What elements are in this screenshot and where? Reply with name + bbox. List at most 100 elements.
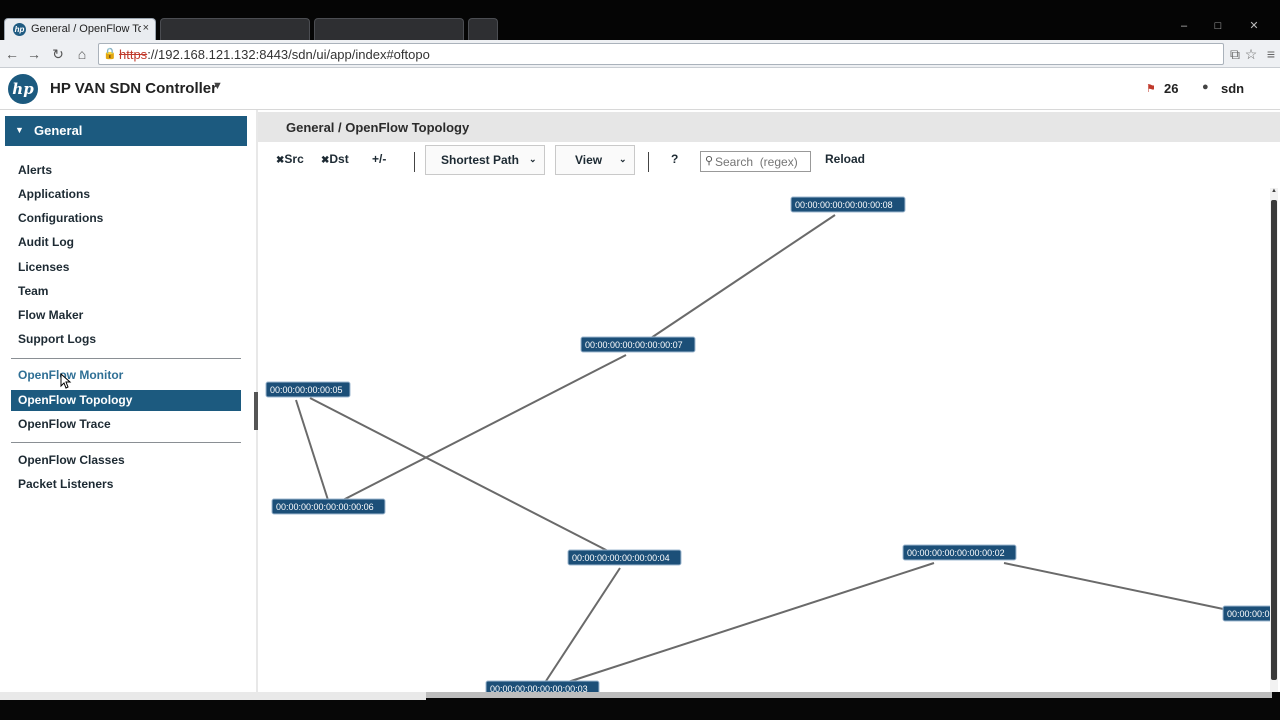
hp-logo: hp xyxy=(8,74,38,104)
view-label: View xyxy=(575,153,603,167)
sidebar-group-label: General xyxy=(34,123,83,138)
close-icon[interactable]: × xyxy=(143,22,149,34)
reload-icon[interactable]: ↻ xyxy=(48,44,68,64)
chevron-down-icon[interactable]: ▼ xyxy=(212,80,223,92)
tab-title: General / OpenFlow Topo xyxy=(31,23,141,35)
help-button[interactable]: ? xyxy=(671,152,678,166)
alert-count[interactable]: 26 xyxy=(1164,81,1178,96)
url-text: https://192.168.121.132:8443/sdn/ui/app/… xyxy=(119,47,430,62)
view-dropdown[interactable]: View ⌄ xyxy=(555,145,635,175)
sidebar-item-alerts[interactable]: Alerts xyxy=(11,160,241,181)
sidebar-item-configurations[interactable]: Configurations xyxy=(11,208,241,229)
hp-favicon-icon: hp xyxy=(13,23,26,36)
sidebar-item-openflow-topology[interactable]: OpenFlow Topology xyxy=(11,390,241,411)
sidebar-item-licenses[interactable]: Licenses xyxy=(11,257,241,278)
bookmark-star-icon[interactable]: ☆ xyxy=(1242,44,1260,64)
sidebar-divider xyxy=(11,358,241,359)
src-button[interactable]: ✖Src xyxy=(276,152,304,166)
sidebar-divider xyxy=(11,442,241,443)
sidebar-item-openflow-classes[interactable]: OpenFlow Classes xyxy=(11,450,241,471)
chevron-down-icon: ⌄ xyxy=(529,154,537,164)
toolbar-separator xyxy=(648,152,649,172)
chevron-down-icon: ⌄ xyxy=(619,154,627,164)
page-title: General / OpenFlow Topology xyxy=(286,120,470,135)
switch-node-n1[interactable]: 00:00:00:0 xyxy=(1222,605,1270,622)
topology-toolbar: ✖Src ✖Dst +/- Shortest Path ⌄ View ⌄ ? ⚲… xyxy=(258,144,1280,178)
switch-node-label: 00:00:00:00:00:00:00:03 xyxy=(490,684,588,692)
window-close-icon[interactable]: ✕ xyxy=(1240,18,1268,34)
switch-node-label: 00:00:00:00:00:00:00:06 xyxy=(276,502,374,512)
minimize-icon[interactable]: – xyxy=(1170,18,1198,34)
sidebar-item-openflow-monitor[interactable]: OpenFlow Monitor xyxy=(11,365,241,386)
switch-node-n4[interactable]: 00:00:00:00:00:00:00:04 xyxy=(567,549,682,566)
menu-icon[interactable]: ≡ xyxy=(1262,44,1280,64)
search-icon: ⚲ xyxy=(705,155,714,167)
back-arrow-icon[interactable]: ← xyxy=(2,44,22,64)
topology-graph[interactable]: 00:00:00:00:00:00:00:08 00:00:00:00:00:00… xyxy=(258,180,1270,692)
sidebar-group-general[interactable]: ▼ General xyxy=(5,116,247,146)
mouse-cursor-icon xyxy=(60,373,72,389)
topology-link-n2-n1[interactable] xyxy=(1003,562,1229,611)
switch-node-n2[interactable]: 00:00:00:00:00:00:00:02 xyxy=(902,544,1017,561)
shortest-path-dropdown[interactable]: Shortest Path ⌄ xyxy=(425,145,545,175)
vertical-scrollbar[interactable]: ▲ xyxy=(1270,188,1278,700)
switch-node-n3[interactable]: 00:00:00:00:00:00:00:03 xyxy=(485,680,600,692)
topology-link-n8-n7[interactable] xyxy=(650,214,836,339)
tab-openflow-topology[interactable]: hp General / OpenFlow Topo × xyxy=(4,18,156,40)
app-title: HP VAN SDN Controller xyxy=(50,80,217,97)
sidebar-item-flow-maker[interactable]: Flow Maker xyxy=(11,305,241,326)
switch-node-n5[interactable]: 00:00:00:00:00:05 xyxy=(265,381,351,398)
new-tab-button[interactable] xyxy=(468,18,498,40)
scrollbar-thumb[interactable] xyxy=(1271,200,1277,680)
sidebar-item-packet-listeners[interactable]: Packet Listeners xyxy=(11,474,241,495)
address-bar[interactable]: 🔒 https://192.168.121.132:8443/sdn/ui/ap… xyxy=(98,43,1224,65)
switch-node-label: 00:00:00:00:00:05 xyxy=(270,385,343,395)
reload-button[interactable]: Reload xyxy=(825,152,865,166)
topology-links xyxy=(295,214,1229,683)
forward-arrow-icon[interactable]: → xyxy=(24,44,44,64)
topology-link-n4-n3[interactable] xyxy=(545,567,621,682)
sidebar-item-team[interactable]: Team xyxy=(11,281,241,302)
search-input[interactable] xyxy=(715,154,809,169)
switch-node-label: 00:00:00:0 xyxy=(1227,609,1270,619)
sidebar-item-applications[interactable]: Applications xyxy=(11,184,241,205)
tab-background-2[interactable] xyxy=(314,18,464,40)
broken-lock-icon: 🔒 xyxy=(103,48,117,60)
scroll-up-icon[interactable]: ▲ xyxy=(1270,188,1278,196)
tab-strip: hp General / OpenFlow Topo × – □ ✕ xyxy=(0,0,1280,40)
switch-node-n8[interactable]: 00:00:00:00:00:00:00:08 xyxy=(790,196,906,213)
shortest-path-label: Shortest Path xyxy=(441,153,520,167)
user-icon[interactable]: ● xyxy=(1202,81,1209,93)
toolbar-separator xyxy=(414,152,415,172)
sidebar-item-openflow-trace[interactable]: OpenFlow Trace xyxy=(11,414,241,435)
switch-node-label: 00:00:00:00:00:00:00:07 xyxy=(585,340,683,350)
browser-toolbar: ← → ↻ ⌂ 🔒 https://192.168.121.132:8443/s… xyxy=(0,40,1280,68)
breadcrumb-bar: General / OpenFlow Topology xyxy=(258,112,1280,142)
home-icon[interactable]: ⌂ xyxy=(72,44,92,64)
sidebar: ▼ General Alerts Applications Configurat… xyxy=(0,110,256,692)
toggle-labels-button[interactable]: +/- xyxy=(372,152,386,166)
switch-node-n6[interactable]: 00:00:00:00:00:00:00:06 xyxy=(271,498,386,515)
switch-node-label: 00:00:00:00:00:00:00:02 xyxy=(907,548,1005,558)
topology-link-n7-n6[interactable] xyxy=(342,354,627,501)
switch-node-n7[interactable]: 00:00:00:00:00:00:00:07 xyxy=(580,336,696,353)
switch-node-label: 00:00:00:00:00:00:00:08 xyxy=(795,200,893,210)
topology-link-n5-n6[interactable] xyxy=(295,399,329,501)
dst-button[interactable]: ✖Dst xyxy=(321,152,349,166)
horizontal-scrollbar[interactable] xyxy=(426,692,1272,698)
status-bar xyxy=(0,692,1280,720)
alert-flag-icon[interactable]: ⚑ xyxy=(1146,82,1156,95)
user-name[interactable]: sdn xyxy=(1221,81,1244,96)
topology-link-n5-n4[interactable] xyxy=(309,397,609,552)
tab-background-1[interactable] xyxy=(160,18,310,40)
sidebar-item-audit-log[interactable]: Audit Log xyxy=(11,232,241,253)
maximize-icon[interactable]: □ xyxy=(1204,18,1232,34)
caret-down-icon: ▼ xyxy=(15,125,24,135)
search-field[interactable]: ⚲ xyxy=(700,151,811,172)
sidebar-item-support-logs[interactable]: Support Logs xyxy=(11,329,241,350)
topology-canvas[interactable]: 00:00:00:00:00:00:00:08 00:00:00:00:00:00… xyxy=(258,180,1270,692)
topology-link-n3-n2[interactable] xyxy=(567,562,935,683)
status-url-hint xyxy=(0,692,426,700)
browser-window: hp General / OpenFlow Topo × – □ ✕ ← → ↻… xyxy=(0,0,1280,720)
app-header: hp HP VAN SDN Controller ▼ ⚑ 26 ● sdn xyxy=(0,68,1280,110)
